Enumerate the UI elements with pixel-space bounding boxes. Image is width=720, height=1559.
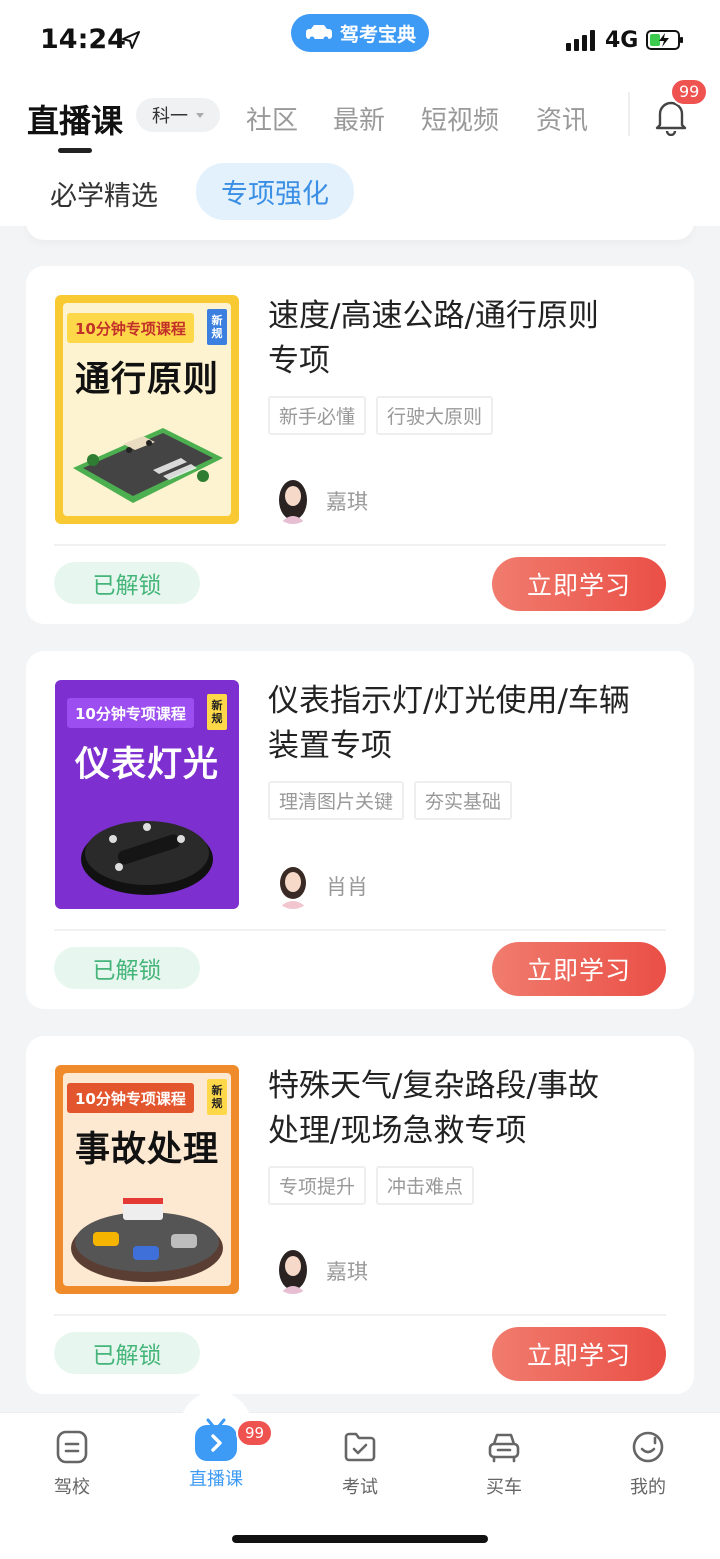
- teacher-avatar: [279, 480, 307, 524]
- course-title-line: 特殊天气/复杂路段/事故: [268, 1068, 599, 1104]
- tabbar-item-live[interactable]: 直播课 99: [166, 1418, 274, 1491]
- chevron-down-icon: [196, 112, 204, 118]
- cover-title: 通行原则: [74, 360, 219, 400]
- start-learning-button[interactable]: 立即学习: [492, 942, 666, 996]
- subject-dropdown[interactable]: 科一: [136, 98, 220, 132]
- notification-badge: 99: [670, 78, 709, 106]
- app-name-label: 驾考宝典: [339, 23, 416, 46]
- home-indicator: [232, 1535, 488, 1543]
- course-tags: 新手必懂 行驶大原则: [268, 396, 494, 435]
- course-title: 仪表指示灯/灯光使用/车辆 装置专项: [268, 679, 668, 769]
- active-tab-indicator: [58, 148, 92, 153]
- course-title-line: 速度/高速公路/通行原则: [268, 298, 599, 334]
- course-cover: 10分钟专项课程 新规 仪表灯光: [55, 680, 239, 909]
- teacher-name: 嘉琪: [326, 1260, 368, 1284]
- start-learning-button[interactable]: 立即学习: [492, 557, 666, 611]
- tabbar-item-exam[interactable]: 考试: [310, 1429, 410, 1499]
- course-title-line: 专项: [268, 343, 330, 379]
- battery-charging-icon: [646, 30, 683, 50]
- tabbar-item-mine[interactable]: 我的: [598, 1429, 698, 1499]
- previous-card-edge: [26, 220, 694, 240]
- teacher-info: 肖肖: [272, 863, 368, 909]
- course-card[interactable]: 10分钟专项课程 新规 事故处理 特殊天气/复杂路段/事故 处理/现场急救专项 …: [26, 1036, 694, 1394]
- teacher-name: 肖肖: [326, 875, 368, 899]
- tab-live-course[interactable]: 直播课: [27, 96, 123, 142]
- course-tags: 理清图片关键 夯实基础: [268, 781, 513, 820]
- course-title: 特殊天气/复杂路段/事故 处理/现场急救专项: [268, 1064, 668, 1154]
- course-tag: 专项提升: [268, 1166, 367, 1205]
- card-divider: [54, 1314, 666, 1316]
- course-tag: 新手必懂: [268, 396, 367, 435]
- cover-new-badge: 新规: [207, 694, 227, 730]
- sub-tabs: 必学精选 专项强化: [0, 160, 720, 226]
- course-card[interactable]: 10分钟专项课程 新规 仪表灯光 仪表指示灯/灯光使用/车辆 装置专项 理清图片…: [26, 651, 694, 1009]
- teacher-info: 嘉琪: [272, 478, 368, 524]
- accident-scene-illustration: [71, 1198, 223, 1282]
- road-crossing-illustration: [73, 428, 223, 503]
- live-tab-badge: 99: [236, 1419, 274, 1447]
- course-cover: 10分钟专项课程 新规 事故处理: [55, 1065, 239, 1294]
- cover-tagline: 10分钟专项课程: [67, 313, 194, 343]
- course-title: 速度/高速公路/通行原则 专项: [268, 294, 668, 384]
- tabbar-label: 直播课: [189, 1469, 243, 1490]
- card-divider: [54, 929, 666, 931]
- cover-new-badge: 新规: [207, 309, 227, 345]
- car-icon: [488, 1433, 520, 1463]
- teacher-info: 嘉琪: [272, 1248, 368, 1294]
- teacher-avatar: [279, 1250, 307, 1294]
- profile-smile-icon: [632, 1431, 664, 1463]
- cover-tagline: 10分钟专项课程: [67, 1083, 194, 1113]
- tabbar-label: 我的: [630, 1477, 666, 1498]
- cover-title: 事故处理: [74, 1130, 219, 1170]
- card-divider: [54, 544, 666, 546]
- teacher-avatar: [278, 867, 308, 909]
- exam-folder-icon: [344, 1432, 376, 1462]
- course-title-line: 装置专项: [268, 728, 392, 764]
- tabbar-label: 驾校: [54, 1477, 90, 1498]
- course-tag: 行驶大原则: [376, 396, 494, 435]
- cover-title: 仪表灯光: [74, 745, 219, 785]
- tabbar-label: 买车: [486, 1477, 522, 1498]
- top-nav: 直播课 科一 社区 最新 短视频 资讯 99: [0, 78, 720, 160]
- status-bar: 14:24 驾考宝典 4G: [0, 0, 720, 82]
- app-name-pill[interactable]: 驾考宝典: [291, 14, 429, 52]
- cover-new-badge: 新规: [207, 1079, 227, 1115]
- tab-community[interactable]: 社区: [246, 100, 298, 137]
- course-card[interactable]: 10分钟专项课程 新规 通行原则 速度/高速公路/通行原则 专项 新手必懂 行驶…: [26, 266, 694, 624]
- nav-divider: [628, 92, 630, 136]
- tabbar-label: 考试: [342, 1477, 378, 1498]
- tab-latest[interactable]: 最新: [333, 100, 385, 137]
- signal-icon: [566, 29, 595, 51]
- network-label: 4G: [605, 28, 639, 53]
- course-tag: 冲击难点: [376, 1166, 475, 1205]
- subtab-special-training[interactable]: 专项强化: [196, 163, 354, 220]
- start-learning-button[interactable]: 立即学习: [492, 1327, 666, 1381]
- status-time: 14:24: [40, 24, 126, 55]
- course-cover: 10分钟专项课程 新规 通行原则: [55, 295, 239, 524]
- tabbar-item-school[interactable]: 驾校: [22, 1429, 122, 1499]
- subtab-must-learn[interactable]: 必学精选: [50, 174, 158, 213]
- cover-tagline: 10分钟专项课程: [67, 698, 194, 728]
- course-title-line: 仪表指示灯/灯光使用/车辆: [268, 683, 630, 719]
- tabbar-item-buy-car[interactable]: 买车: [454, 1429, 554, 1499]
- live-tv-icon: [195, 1418, 237, 1461]
- course-tag: 理清图片关键: [268, 781, 405, 820]
- light-switch-illustration: [81, 821, 213, 895]
- course-title-line: 处理/现场急救专项: [268, 1113, 527, 1149]
- course-tags: 专项提升 冲击难点: [268, 1166, 475, 1205]
- tab-short-video[interactable]: 短视频: [421, 100, 499, 137]
- school-icon: [56, 1430, 88, 1464]
- unlocked-badge: 已解锁: [54, 562, 200, 604]
- course-tag: 夯实基础: [414, 781, 513, 820]
- unlocked-badge: 已解锁: [54, 1332, 200, 1374]
- car-logo-icon: [305, 25, 332, 42]
- teacher-name: 嘉琪: [326, 490, 368, 514]
- unlocked-badge: 已解锁: [54, 947, 200, 989]
- tab-news[interactable]: 资讯: [536, 100, 588, 137]
- subject-dropdown-value: 科一: [152, 106, 188, 127]
- location-arrow-icon: [122, 31, 140, 49]
